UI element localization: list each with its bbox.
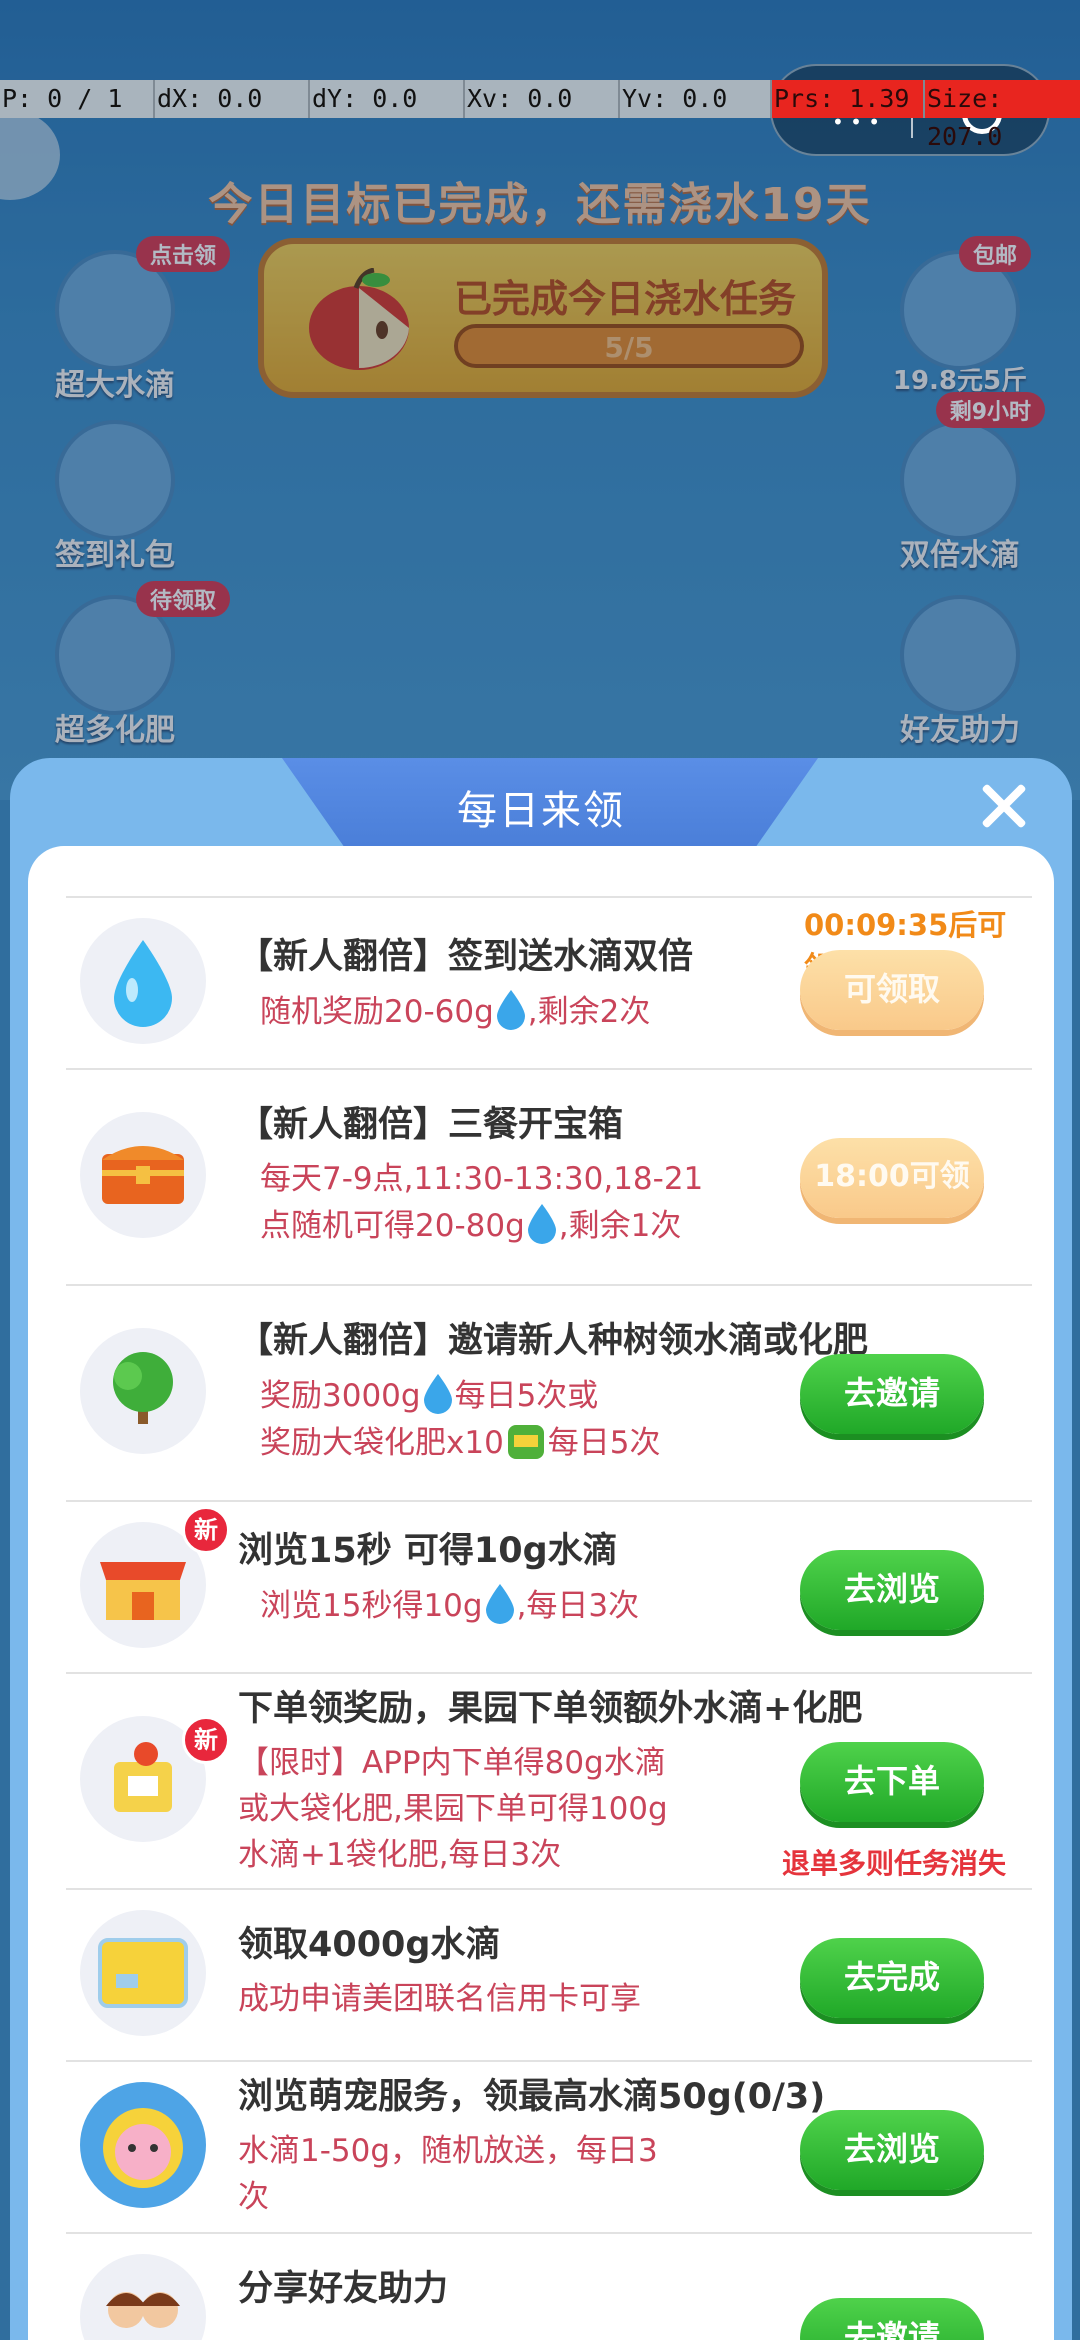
new-badge: 新	[182, 1506, 230, 1554]
browse-pet-button[interactable]: 去浏览	[800, 2110, 984, 2190]
new-badge: 新	[182, 1716, 230, 1764]
task-title: 下单领奖励，果园下单领额外水滴+化肥	[238, 1689, 863, 1729]
task-description: 成功申请美团联名信用卡可享	[238, 1981, 641, 2017]
task-title: 浏览萌宠服务，领最高水滴50g(0/3)	[238, 2077, 826, 2117]
task-title: 【新人翻倍】签到送水滴双倍	[238, 937, 694, 977]
order-warning-text: 退单多则任务消失	[782, 1847, 1007, 1880]
task-title: 分享好友助力	[238, 2269, 449, 2309]
task-item-share: 分享好友助力 去邀请	[66, 2232, 1032, 2340]
task-description: 【限时】APP内下单得80g水滴 或大袋化肥,果园下单可得100g 水滴+1袋化肥,…	[238, 1745, 668, 1873]
task-description: 奖励3000g 每日5次或 奖励大袋化肥x10 每日5次	[260, 1372, 661, 1466]
credit-card-icon	[80, 1910, 206, 2036]
daily-tasks-modal: 每日来领 【新人翻倍】签到送水滴双倍 随机奖励20-60g ,剩余2次 00:09…	[10, 758, 1072, 2340]
debug-size: Size: 207.0	[925, 80, 1080, 151]
claim-button[interactable]: 可领取	[800, 950, 984, 1030]
task-description: 每天7-9点,11:30-13:30,18-21 点随机可得20-80g ,剩余1次	[260, 1161, 704, 1244]
pet-avatar-icon	[80, 2082, 206, 2208]
task-list[interactable]: 【新人翻倍】签到送水滴双倍 随机奖励20-60g ,剩余2次 00:09:35后可…	[28, 846, 1054, 2340]
task-item-credit-card: 领取4000g水滴 成功申请美团联名信用卡可享 去完成	[66, 1888, 1032, 2060]
task-title: 【新人翻倍】邀请新人种树领水滴或化肥	[238, 1321, 869, 1361]
close-icon[interactable]	[978, 780, 1030, 832]
invite-button[interactable]: 去邀请	[800, 1354, 984, 1434]
task-title: 【新人翻倍】三餐开宝箱	[238, 1105, 624, 1145]
task-item-pet-service: 浏览萌宠服务，领最高水滴50g(0/3) 水滴1-50g，随机放送，每日3 次 去…	[66, 2060, 1032, 2232]
friends-icon	[80, 2254, 206, 2340]
debug-pressure: Prs: 1.39	[772, 80, 925, 118]
debug-dx: dX: 0.0	[155, 80, 310, 118]
browse-button[interactable]: 去浏览	[800, 1550, 984, 1630]
task-item-browse: 新 浏览15秒 可得10g水滴 浏览15秒得10g ,每日3次 去浏览	[66, 1500, 1032, 1672]
debug-xv: Xv: 0.0	[465, 80, 620, 118]
task-description: 浏览15秒得10g ,每日3次	[260, 1582, 639, 1629]
task-item-order: 新 下单领奖励，果园下单领额外水滴+化肥 【限时】APP内下单得80g水滴 或大袋…	[66, 1672, 1032, 1888]
modal-title: 每日来领	[457, 788, 625, 834]
fertilizer-bag-icon	[507, 1425, 544, 1459]
place-order-button[interactable]: 去下单	[800, 1742, 984, 1822]
complete-button[interactable]: 去完成	[800, 1938, 984, 2018]
water-drop-icon	[80, 918, 206, 1044]
debug-pointer: P: 0 / 1	[0, 80, 155, 118]
share-invite-button[interactable]: 去邀请	[800, 2298, 984, 2340]
task-title: 浏览15秒 可得10g水滴	[238, 1531, 618, 1571]
task-item-invite: 【新人翻倍】邀请新人种树领水滴或化肥 奖励3000g 每日5次或 奖励大袋化肥x10…	[66, 1284, 1032, 1500]
treasure-chest-icon	[80, 1112, 206, 1238]
tree-icon	[80, 1328, 206, 1454]
debug-yv: Yv: 0.0	[620, 80, 772, 118]
timed-claim-button[interactable]: 18:00可领	[800, 1138, 984, 1218]
debug-dy: dY: 0.0	[310, 80, 465, 118]
task-title: 领取4000g水滴	[238, 1925, 501, 1965]
pointer-debug-bar: P: 0 / 1 dX: 0.0 dY: 0.0 Xv: 0.0 Yv: 0.0…	[0, 80, 1080, 151]
task-description: 水滴1-50g，随机放送，每日3 次	[238, 2133, 658, 2215]
task-item-treasure-box: 【新人翻倍】三餐开宝箱 每天7-9点,11:30-13:30,18-21 点随机可…	[66, 1068, 1032, 1284]
task-description: 随机奖励20-60g ,剩余2次	[260, 988, 650, 1035]
task-item-sign-in: 【新人翻倍】签到送水滴双倍 随机奖励20-60g ,剩余2次 00:09:35后可…	[66, 896, 1032, 1068]
